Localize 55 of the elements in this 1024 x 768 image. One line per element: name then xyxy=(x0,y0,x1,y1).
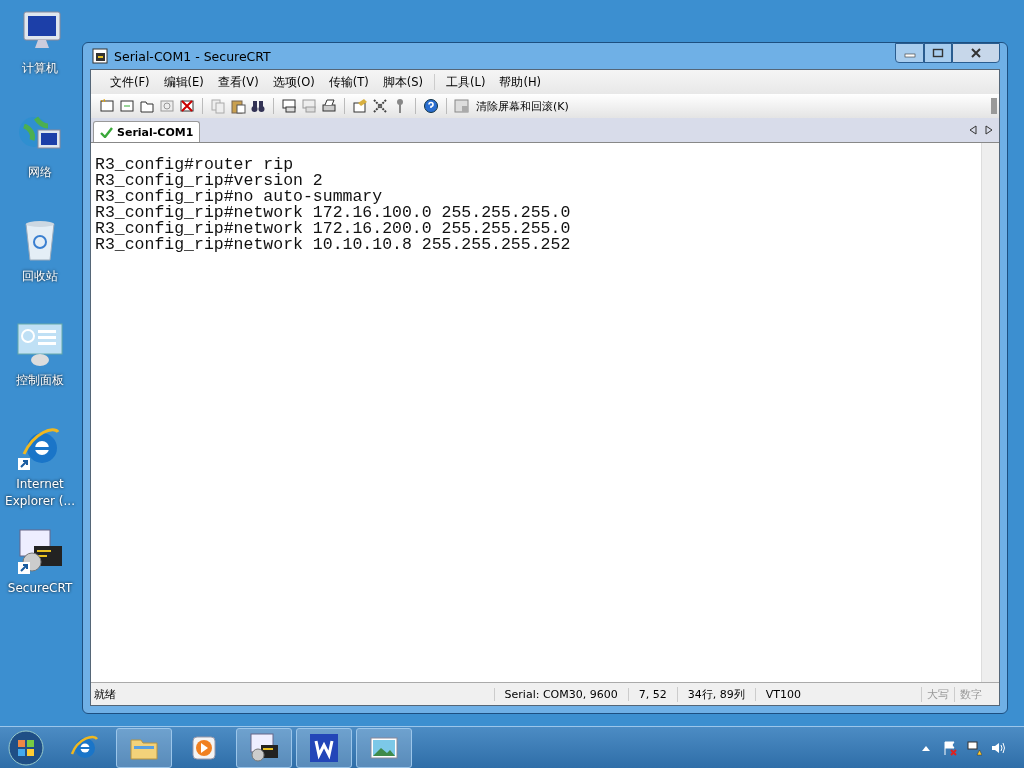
terminal-lock-icon xyxy=(16,528,64,576)
tab-left-arrow-icon[interactable] xyxy=(969,125,977,135)
folder-window-icon[interactable] xyxy=(139,98,155,114)
tab-right-arrow-icon[interactable] xyxy=(985,125,993,135)
printer-icon[interactable] xyxy=(321,98,337,114)
menu-item[interactable]: 文件(F) xyxy=(103,74,157,90)
close-button[interactable] xyxy=(952,43,1000,63)
close-icon xyxy=(970,48,982,58)
terminal-lock-icon xyxy=(248,731,280,764)
toolbar-grip[interactable] xyxy=(991,98,997,114)
terminal-line: R3_config_rip#network 10.10.10.8 255.255.255.252 xyxy=(95,237,571,253)
menu-item[interactable]: 选项(O) xyxy=(265,74,322,90)
status-indicator: 大写 xyxy=(921,686,954,702)
status-pane: 34行, 89列 xyxy=(676,686,755,702)
terminal-line: R3_config_rip#network 172.16.100.0 255.255.255.0 xyxy=(95,205,571,221)
status-pane: Serial: COM30, 9600 xyxy=(493,687,628,701)
control-panel-icon xyxy=(16,320,64,368)
w-logo-icon xyxy=(308,731,340,764)
help-icon[interactable] xyxy=(423,98,439,114)
screen-icon xyxy=(454,98,470,114)
print-screen-icon[interactable] xyxy=(281,98,297,114)
menu-item[interactable]: 查看(V) xyxy=(210,74,266,90)
connect-icon[interactable] xyxy=(119,98,135,114)
minimize-button[interactable] xyxy=(895,43,924,63)
menu-item[interactable]: 传输(T) xyxy=(321,74,376,90)
reconnect-icon[interactable] xyxy=(159,98,175,114)
paste-icon[interactable] xyxy=(230,98,246,114)
status-pane: VT100 xyxy=(754,687,811,701)
start-orb-icon[interactable] xyxy=(8,729,44,766)
status-indicator: 数字 xyxy=(954,686,987,702)
flag-icon[interactable] xyxy=(942,739,958,756)
terminal-line: R3_config_rip#no auto-summary xyxy=(95,189,383,205)
new-connection-icon[interactable] xyxy=(99,98,115,114)
menu-item[interactable]: 帮助(H) xyxy=(492,74,548,90)
network-warning-icon[interactable] xyxy=(966,739,982,756)
checkmark-icon xyxy=(100,126,113,138)
terminal-line: R3_config_rip#network 172.16.200.0 255.255.255.0 xyxy=(95,221,571,237)
menu-item[interactable]: 脚本(S) xyxy=(375,74,430,90)
menu-item[interactable]: 工具(L) xyxy=(439,74,493,90)
taskbar-button[interactable] xyxy=(296,727,352,768)
clear-screen-button[interactable]: 清除屏幕和回滚(K) xyxy=(454,98,569,114)
disconnect-icon[interactable] xyxy=(179,98,195,114)
taskbar-button[interactable] xyxy=(236,727,292,768)
binoculars-icon[interactable] xyxy=(250,98,266,114)
maximize-icon xyxy=(932,48,944,58)
maximize-button[interactable] xyxy=(924,43,952,63)
app-icon xyxy=(92,48,108,64)
session-tab[interactable]: Serial-COM1 xyxy=(93,121,201,142)
menu-item[interactable]: 编辑(E) xyxy=(156,74,211,90)
vertical-scrollbar[interactable] xyxy=(981,143,999,682)
status-message: 就绪 xyxy=(93,686,117,702)
window-title: Serial-COM1 - SecureCRT xyxy=(114,48,272,64)
terminal-line: R3_config#router rip xyxy=(95,157,294,173)
terminal-line: R3_config_rip#version 2 xyxy=(95,173,323,189)
status-pane: 7, 52 xyxy=(627,687,677,701)
